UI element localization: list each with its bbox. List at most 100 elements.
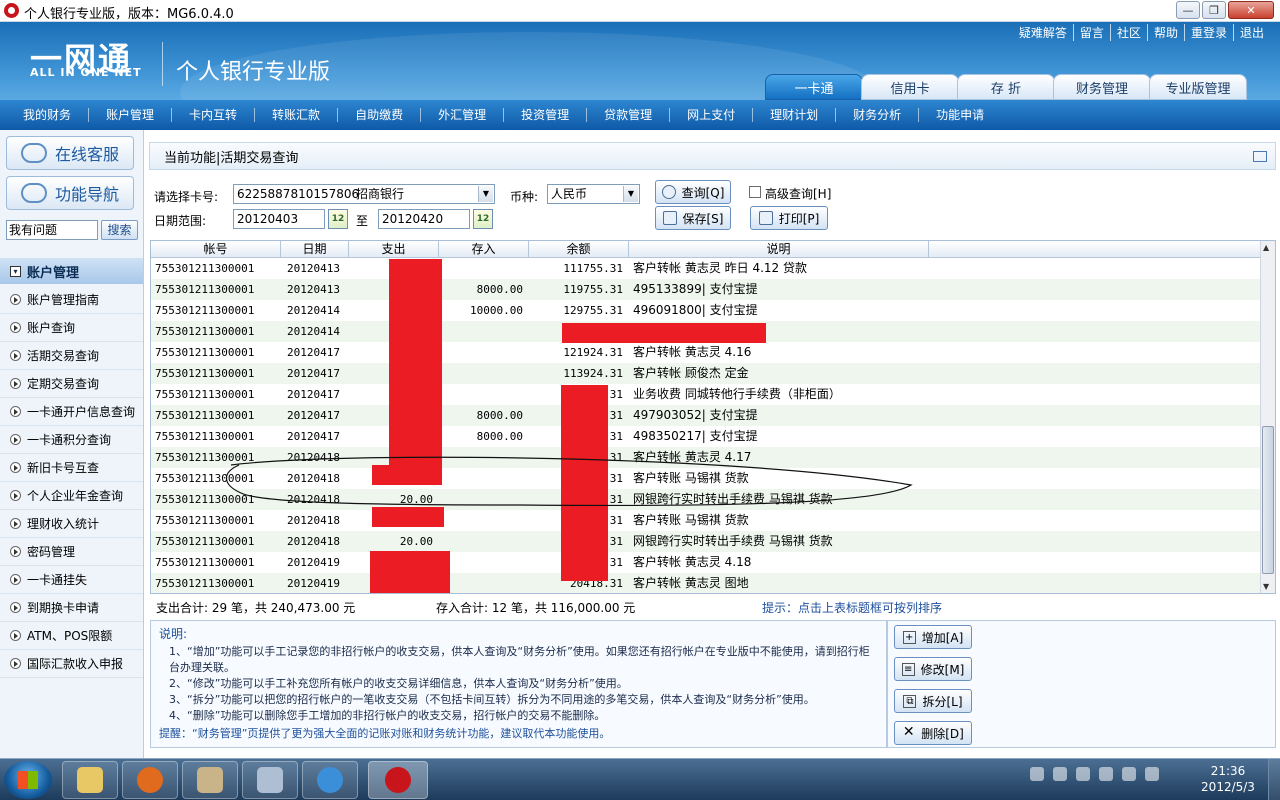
clock[interactable]: 21:36 2012/5/3 <box>1196 763 1260 795</box>
tab-pro-admin[interactable]: 专业版管理 <box>1149 74 1247 100</box>
sidebar-item-limit[interactable]: ATM、POS限额 <box>0 622 143 650</box>
start-button[interactable] <box>4 761 52 799</box>
window-toggle-icon[interactable] <box>1253 151 1267 162</box>
taskbar-paint[interactable] <box>182 761 238 799</box>
col-expense[interactable]: 支出 <box>349 241 439 258</box>
show-desktop-button[interactable] <box>1268 759 1280 800</box>
sidebar-item-password[interactable]: 密码管理 <box>0 538 143 566</box>
volume-icon[interactable] <box>1145 767 1159 781</box>
help-search-input[interactable]: 我有问题 <box>6 220 98 240</box>
link-exit[interactable]: 退出 <box>1232 24 1270 41</box>
taskbar-messenger[interactable] <box>302 761 358 799</box>
table-row[interactable]: 755301211300001 20120417 31 业务收费 同城转他行手续费（非… <box>151 384 1261 405</box>
nav-self-payment[interactable]: 自助缴费 <box>338 108 422 122</box>
nav-account-management[interactable]: 账户管理 <box>89 108 173 122</box>
add-button[interactable]: + 增加[A] <box>894 625 972 649</box>
table-row[interactable]: 755301211300001 20120413 8000.00 119755.31 4… <box>151 279 1261 300</box>
card-select[interactable]: 6225887810157806 招商银行 ▼ <box>233 184 495 204</box>
advanced-query-checkbox[interactable] <box>749 186 761 198</box>
sidebar-item-report-loss[interactable]: 一卡通挂失 <box>0 566 143 594</box>
taskbar-calculator[interactable] <box>242 761 298 799</box>
nav-forex[interactable]: 外汇管理 <box>421 108 505 122</box>
network-icon[interactable] <box>1122 767 1136 781</box>
sidebar-section-header[interactable]: ▾ 账户管理 <box>0 258 143 284</box>
col-date[interactable]: 日期 <box>281 241 349 258</box>
function-guide-button[interactable]: 功能导航 <box>6 176 134 210</box>
edit-button[interactable]: ≡ 修改[M] <box>894 657 972 681</box>
table-row[interactable]: 755301211300001 20120419 20418.31 客户转帐 黄志灵 … <box>151 573 1261 593</box>
table-row[interactable]: 755301211300001 20120417 8000.00 31 49790305… <box>151 405 1261 426</box>
sidebar-item-income-stats[interactable]: 理财收入统计 <box>0 510 143 538</box>
table-row[interactable]: 755301211300001 20120418 20.00 31 网银跨行实时转出手续… <box>151 531 1261 552</box>
tab-passbook[interactable]: 存 折 <box>957 74 1055 100</box>
sidebar-item-annuity[interactable]: 个人企业年金查询 <box>0 482 143 510</box>
calendar-icon[interactable]: 12 <box>473 209 493 229</box>
arrow-circle-icon <box>10 658 21 669</box>
nav-my-finance[interactable]: 我的财务 <box>6 108 90 122</box>
taskbar-bank-app[interactable] <box>368 761 428 799</box>
date-to-input[interactable]: 20120420 <box>378 209 470 229</box>
help-icon[interactable] <box>1053 767 1067 781</box>
cell-date: 20120417 <box>287 430 340 443</box>
nav-investment[interactable]: 投资管理 <box>504 108 588 122</box>
query-button[interactable]: 查询[Q] <box>655 180 731 204</box>
sidebar-item-account-guide[interactable]: 账户管理指南 <box>0 286 143 314</box>
scroll-thumb[interactable] <box>1262 426 1274 574</box>
tab-credit-card[interactable]: 信用卡 <box>861 74 959 100</box>
scroll-up-icon[interactable]: ▲ <box>1263 243 1269 252</box>
scroll-down-icon[interactable]: ▼ <box>1263 582 1269 591</box>
col-account[interactable]: 帐号 <box>151 241 281 258</box>
nav-remittance[interactable]: 转账汇款 <box>255 108 339 122</box>
sidebar-item-intl-remit[interactable]: 国际汇款收入申报 <box>0 650 143 678</box>
vertical-scrollbar[interactable]: ▲ ▼ <box>1260 241 1275 593</box>
cell-description: 495133899| 支付宝提 <box>633 282 758 296</box>
nav-finance-analysis[interactable]: 财务分析 <box>836 108 920 122</box>
sidebar-item-points[interactable]: 一卡通积分查询 <box>0 426 143 454</box>
table-row[interactable]: 755301211300001 20120414 10000.00 129755.31… <box>151 300 1261 321</box>
sidebar-item-account-query[interactable]: 账户查询 <box>0 314 143 342</box>
sidebar-item-card-lookup[interactable]: 新旧卡号互查 <box>0 454 143 482</box>
delete-button[interactable]: ✕ 删除[D] <box>894 721 972 745</box>
help-search-button[interactable]: 搜索 <box>101 220 138 240</box>
taskbar-firefox[interactable] <box>122 761 178 799</box>
sidebar-item-renew-card[interactable]: 到期换卡申请 <box>0 594 143 622</box>
tab-finance[interactable]: 财务管理 <box>1053 74 1151 100</box>
table-row[interactable]: 755301211300001 20120419 31 客户转帐 黄志灵 4.18 <box>151 552 1261 573</box>
col-income[interactable]: 存入 <box>439 241 529 258</box>
table-row[interactable]: 755301211300001 20120417 121924.31 客户转帐 黄志灵… <box>151 342 1261 363</box>
nav-wealth-plan[interactable]: 理财计划 <box>753 108 837 122</box>
nav-card-transfer[interactable]: 卡内互转 <box>172 108 256 122</box>
table-row[interactable]: 755301211300001 20120417 113924.31 客户转帐 顾俊杰… <box>151 363 1261 384</box>
calendar-icon[interactable]: 12 <box>328 209 348 229</box>
save-button[interactable]: 保存[S] <box>655 206 731 230</box>
sidebar-item-current-query[interactable]: 活期交易查询 <box>0 342 143 370</box>
link-faq[interactable]: 疑难解答 <box>1013 24 1073 41</box>
taskbar-explorer[interactable] <box>62 761 118 799</box>
keyboard-icon[interactable] <box>1030 767 1044 781</box>
link-community[interactable]: 社区 <box>1109 24 1147 41</box>
close-button[interactable]: ✕ <box>1228 1 1274 19</box>
tab-debit-card[interactable]: 一卡通 <box>765 74 863 100</box>
split-button[interactable]: ⧉ 拆分[L] <box>894 689 972 713</box>
link-message[interactable]: 留言 <box>1072 24 1110 41</box>
table-row[interactable]: 755301211300001 20120413 111755.31 客户转帐 黄志灵… <box>151 258 1261 279</box>
nav-online-payment[interactable]: 网上支付 <box>670 108 754 122</box>
date-from-input[interactable]: 20120403 <box>233 209 325 229</box>
col-description[interactable]: 说明 <box>629 241 929 258</box>
show-hidden-icon[interactable] <box>1076 767 1090 781</box>
online-service-button[interactable]: 在线客服 <box>6 136 134 170</box>
link-help[interactable]: 帮助 <box>1146 24 1184 41</box>
sidebar-item-label: 一卡通开户信息查询 <box>27 405 136 419</box>
currency-select[interactable]: 人民币 ▼ <box>547 184 640 204</box>
nav-function-apply[interactable]: 功能申请 <box>919 108 1001 122</box>
sidebar-item-fixed-query[interactable]: 定期交易查询 <box>0 370 143 398</box>
col-balance[interactable]: 余额 <box>529 241 629 258</box>
link-relogin[interactable]: 重登录 <box>1183 24 1233 41</box>
sidebar-item-open-info[interactable]: 一卡通开户信息查询 <box>0 398 143 426</box>
maximize-button[interactable]: ❐ <box>1202 1 1226 19</box>
print-button[interactable]: 打印[P] <box>750 206 828 230</box>
table-row[interactable]: 755301211300001 20120417 8000.00 31 49835021… <box>151 426 1261 447</box>
minimize-button[interactable]: — <box>1176 1 1200 19</box>
flag-icon[interactable] <box>1099 767 1113 781</box>
nav-loan[interactable]: 贷款管理 <box>587 108 671 122</box>
